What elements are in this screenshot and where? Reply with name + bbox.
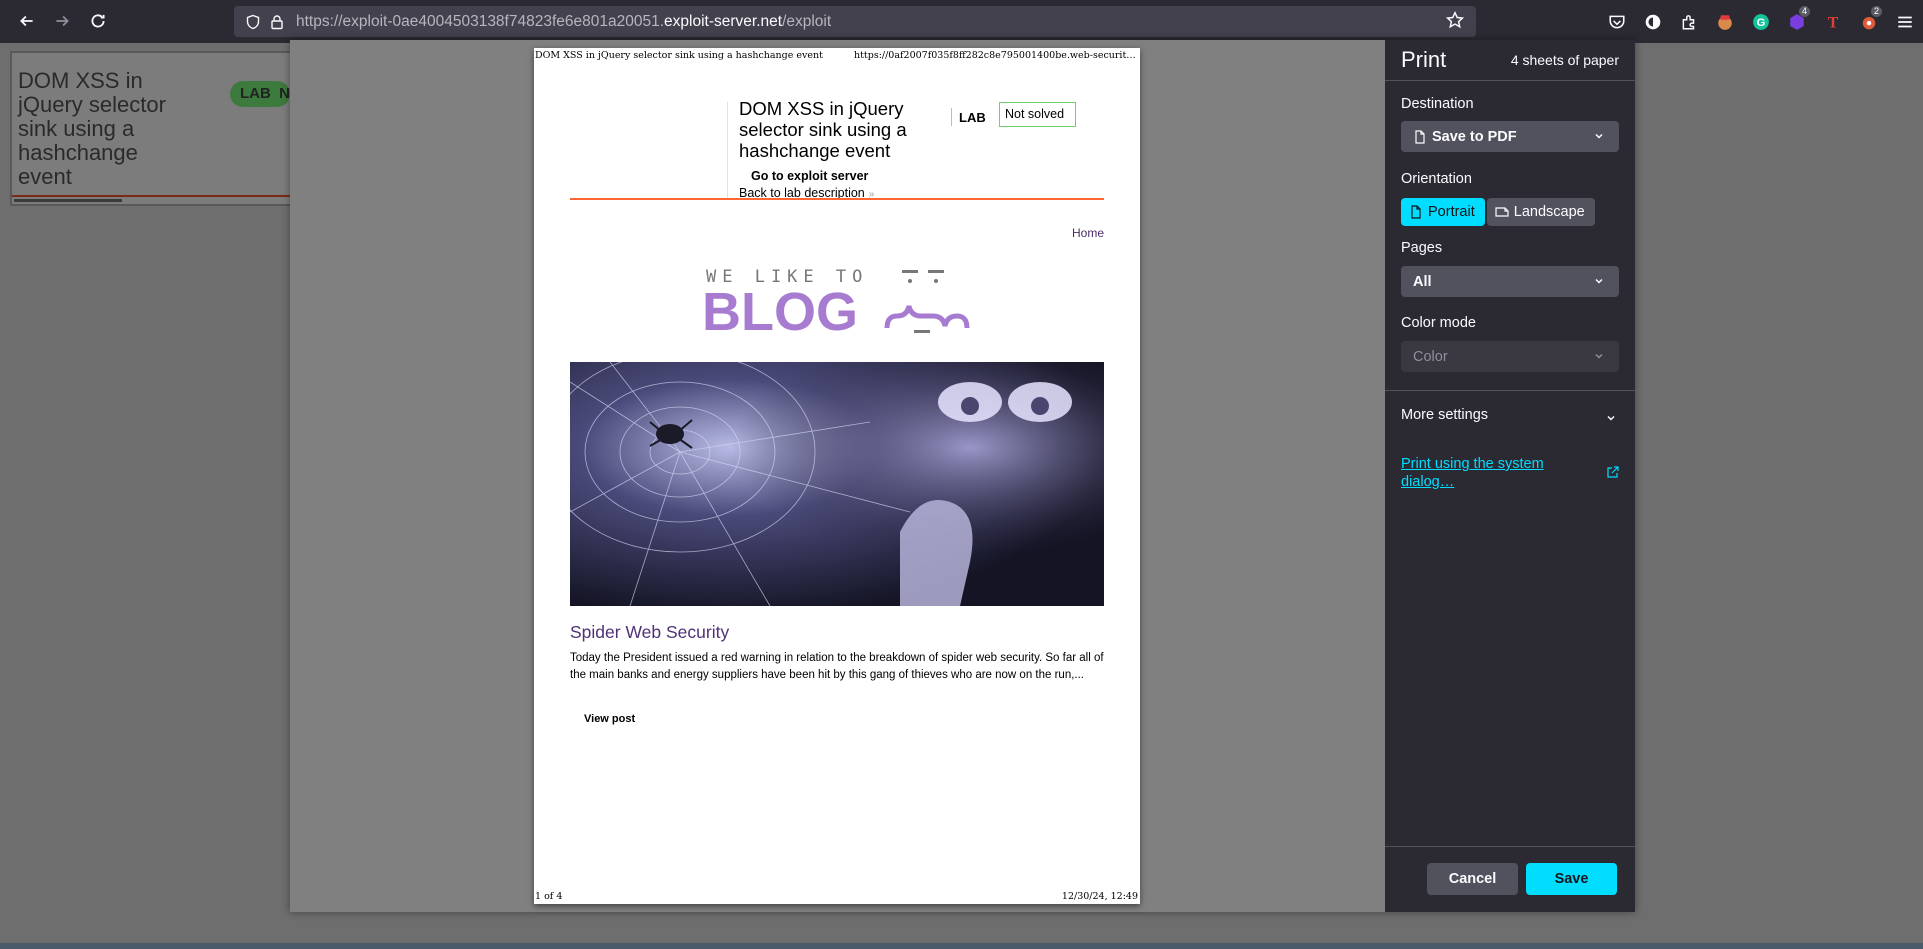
grammarly-icon[interactable]: G	[1743, 4, 1779, 40]
bg-lab-badge: LAB N	[230, 81, 290, 107]
lab-header-rule	[570, 198, 1104, 200]
panel-divider	[1385, 390, 1635, 391]
blog-logo: WE LIKE TO BLOG	[702, 267, 970, 340]
save-button[interactable]: Save	[1526, 863, 1617, 895]
chevron-down-icon[interactable]	[1605, 412, 1617, 424]
blog-logo-word: BLOG	[702, 282, 858, 340]
pages-label: Pages	[1401, 240, 1443, 256]
print-settings-panel: Print 4 sheets of paper Destination Save…	[1385, 40, 1635, 912]
spider-web-image	[570, 362, 1104, 606]
portrait-button[interactable]: Portrait	[1401, 198, 1485, 226]
print-title: Print	[1401, 47, 1447, 72]
lab-tag: LAB	[959, 110, 986, 125]
lab-logo-divider	[727, 102, 728, 200]
lock-icon[interactable]	[266, 11, 288, 33]
external-link-icon	[1607, 466, 1619, 478]
view-post-button[interactable]: View post	[584, 713, 635, 725]
panel-divider	[1385, 846, 1635, 847]
sheet-header-title: DOM XSS in jQuery selector sink using a …	[535, 50, 823, 61]
wappalyzer-icon[interactable]: T	[1815, 4, 1851, 40]
chevron-down-icon	[1595, 133, 1603, 139]
browser-toolbar: https://exploit-0ae4004503138f74823fe6e8…	[0, 0, 1923, 43]
panel-divider	[1385, 80, 1635, 81]
home-link[interactable]: Home	[1072, 226, 1104, 240]
portrait-icon	[1411, 205, 1421, 219]
url-text: https://exploit-0ae4004503138f74823fe6e8…	[296, 12, 832, 30]
bg-orange-rule	[12, 195, 300, 197]
destination-select[interactable]: Save to PDF	[1401, 121, 1619, 152]
more-settings-toggle[interactable]: More settings	[1401, 407, 1488, 423]
chevron-down-icon	[1595, 353, 1603, 359]
sheet-page-number: 1 of 4	[535, 891, 563, 902]
lab-title: DOM XSS in jQuery selector sink using a …	[739, 98, 907, 161]
system-dialog-link[interactable]: Print using the system dialog…	[1401, 455, 1571, 491]
svg-text:T: T	[1828, 14, 1839, 30]
cancel-button[interactable]: Cancel	[1427, 863, 1518, 895]
back-arrow-icon[interactable]	[10, 4, 44, 38]
exploit-server-link[interactable]: Go to exploit server	[751, 169, 868, 183]
dark-mode-extension-icon[interactable]	[1635, 4, 1671, 40]
lab-tag-divider	[951, 108, 952, 126]
preview-sheet: DOM XSS in jQuery selector sink using a …	[534, 48, 1140, 904]
color-mode-label: Color mode	[1401, 315, 1476, 331]
bookmark-star-icon[interactable]	[1445, 10, 1466, 31]
document-icon	[1415, 129, 1425, 144]
chevron-down-icon	[1595, 278, 1603, 284]
forward-arrow-icon[interactable]	[45, 4, 79, 38]
menu-hamburger-icon[interactable]	[1887, 4, 1923, 40]
pocket-icon[interactable]	[1599, 4, 1635, 40]
reload-icon[interactable]	[81, 4, 115, 38]
post-summary: Today the President issued a red warning…	[570, 652, 1104, 681]
hackbar-extension-icon[interactable]: 4	[1779, 4, 1815, 40]
extension-toolbar: G 4 T 2	[1599, 0, 1923, 43]
landscape-icon	[1495, 207, 1509, 217]
orientation-toggle: Portrait Landscape	[1401, 198, 1595, 226]
landscape-button[interactable]: Landscape	[1486, 198, 1595, 226]
bg-taskbar-strip	[0, 943, 1923, 949]
bg-scroll-indicator	[14, 199, 122, 202]
url-bar[interactable]: https://exploit-0ae4004503138f74823fe6e8…	[234, 6, 1476, 37]
tracking-shield-icon[interactable]	[242, 11, 264, 33]
post-title-link[interactable]: Spider Web Security	[570, 622, 729, 643]
sheet-timestamp: 12/30/24, 12:49	[1061, 891, 1138, 902]
cookie-editor-icon[interactable]	[1707, 4, 1743, 40]
sheet-count: 4 sheets of paper	[1510, 52, 1619, 68]
lab-status-badge: Not solved	[999, 102, 1076, 127]
destination-label: Destination	[1401, 96, 1474, 112]
color-mode-select[interactable]: Color	[1401, 341, 1619, 372]
foxyproxy-icon[interactable]: 2	[1851, 4, 1887, 40]
pages-select[interactable]: All	[1401, 266, 1619, 297]
sheet-header-url: https://0af2007f035f8ff282c8e795001400be…	[854, 50, 1139, 61]
svg-text:G: G	[1757, 16, 1766, 28]
bg-lab-title: DOM XSS in jQuery selector sink using a …	[18, 68, 166, 189]
extensions-puzzle-icon[interactable]	[1671, 4, 1707, 40]
orientation-label: Orientation	[1401, 171, 1472, 187]
